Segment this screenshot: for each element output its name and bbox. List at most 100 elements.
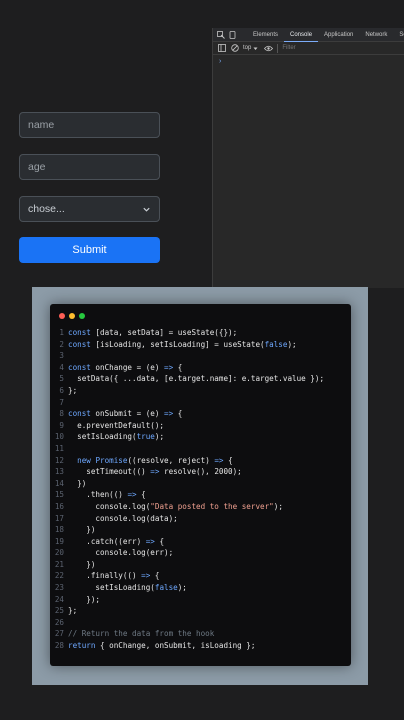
code-line: 20 console.log(err); [50,547,351,559]
tab-elements[interactable]: Elements [247,28,284,42]
code-token: console.log(data); [68,513,178,523]
code-token: onSubmit = (e) [90,409,165,419]
code-token: ); [273,501,283,511]
line-number: 23 [54,583,64,593]
line-number: 7 [59,397,64,407]
code-token: ); [177,583,187,593]
code-line: 21 }) [50,559,351,571]
code-token: false [154,583,178,593]
code-token: "Data posted to the server" [150,501,274,511]
code-token: true [136,432,155,442]
line-number: 2 [59,339,64,349]
tab-network[interactable]: Network [359,28,393,42]
line-number: 21 [54,559,64,569]
line-content: setTimeout(() => resolve(), 2000); [68,466,242,478]
code-token: ); [154,432,165,442]
code-line: 13 setTimeout(() => resolve(), 2000); [50,466,351,478]
tab-console[interactable]: Console [284,28,319,42]
code-token: }) [68,559,96,569]
code-token: return [68,641,96,651]
code-token: onChange = (e) [90,362,165,372]
code-token: resolve(), 2000); [159,467,242,477]
minimize-dot-icon [69,313,75,319]
code-token: .finally(() [68,571,142,581]
clear-console-icon[interactable] [230,44,239,53]
code-line: 2 const [isLoading, setIsLoading] = useSt… [50,339,351,351]
code-line: 25}; [50,605,351,617]
line-content: }; [68,385,77,397]
line-number: 26 [54,617,64,627]
inspect-icon[interactable] [217,30,225,39]
code-token: setData({ ...data, [e.target.name]: e.ta… [68,374,325,384]
line-content: console.log(err); [68,547,173,559]
code-token: Promise [95,455,128,465]
line-content: console.log(data); [68,513,178,525]
line-content: new Promise((resolve, reject) => { [68,455,233,467]
line-content: }) [68,559,95,571]
sidebar-toggle-icon[interactable] [217,44,226,53]
code-line: 28 return { onChange, onSubmit, isLoading… [50,640,351,652]
window-controls [59,313,85,319]
console-prompt[interactable]: › [219,58,404,65]
line-number: 14 [54,478,64,488]
line-content: }; [68,605,77,617]
line-number: 28 [54,641,64,651]
code-line: 15 .then(() => { [50,489,351,501]
caret-down-icon [253,47,258,50]
code-line: 8 const onSubmit = (e) => { [50,408,351,420]
line-number: 1 [59,328,64,337]
code-line: 22 .finally(() => { [50,570,351,582]
code-token: // Return the data from the hook [68,629,215,639]
context-selector[interactable]: top [243,45,258,51]
line-content: console.log("Data posted to the server")… [68,501,283,513]
code-token: console.log( [68,501,151,511]
code-token: .then(() [68,490,128,500]
device-toggle-icon[interactable] [229,30,237,39]
code-line: 27 // Return the data from the hook [50,628,351,640]
code-token: const [68,339,91,349]
line-number: 18 [54,525,64,535]
code-token: }) [68,478,87,488]
code-line: 1 const [data, setData] = useState({}); [50,327,351,339]
line-content: }) [68,478,86,490]
choice-select[interactable]: chose... [19,196,160,222]
code-line: 11 [50,443,351,455]
code-token: setIsLoading( [68,583,155,593]
line-content: }) [68,524,95,536]
name-input[interactable]: name [19,112,160,138]
code-line: 5 setData({ ...data, [e.target.name]: e.… [50,373,351,385]
code-line: 26 [50,617,351,629]
submit-button[interactable]: Submit [19,237,160,263]
line-content: e.preventDefault(); [68,420,164,432]
line-content: .then(() => { [68,489,146,501]
line-number: 12 [54,455,64,465]
code-token: console.log(err); [68,548,174,558]
code-token: }); [68,594,101,604]
filter-input[interactable]: Filter [277,43,337,53]
line-content: // Return the data from the hook [68,628,214,640]
line-content: const onChange = (e) => { [68,362,182,374]
code-line: 6}; [50,385,351,397]
tab-sources[interactable]: So [393,28,404,42]
code-token: { [136,490,146,500]
code-token: const [68,328,91,337]
code-token: { [173,362,183,372]
age-input[interactable]: age [19,154,160,180]
code-line: 19 .catch((err) => { [50,536,351,548]
code-token: ); [287,339,297,349]
code-token: }) [68,525,96,535]
eye-icon[interactable] [264,44,274,53]
code-token: { onChange, onSubmit, isLoading }; [95,641,256,651]
line-content: return { onChange, onSubmit, isLoading }… [68,640,255,652]
line-number: 6 [59,385,64,395]
code-token: { [173,409,183,419]
code-token: => [164,362,174,372]
devtools-panel: Elements Console Application Network So … [212,28,404,288]
code-token: }; [68,606,78,616]
code-token: [data, setData] = useState({}); [90,328,238,337]
select-value: chose... [28,203,65,215]
tab-application[interactable]: Application [318,28,359,42]
code-line: 3 [50,350,351,362]
code-line: 9 e.preventDefault(); [50,420,351,432]
code-line: 23 setIsLoading(false); [50,582,351,594]
